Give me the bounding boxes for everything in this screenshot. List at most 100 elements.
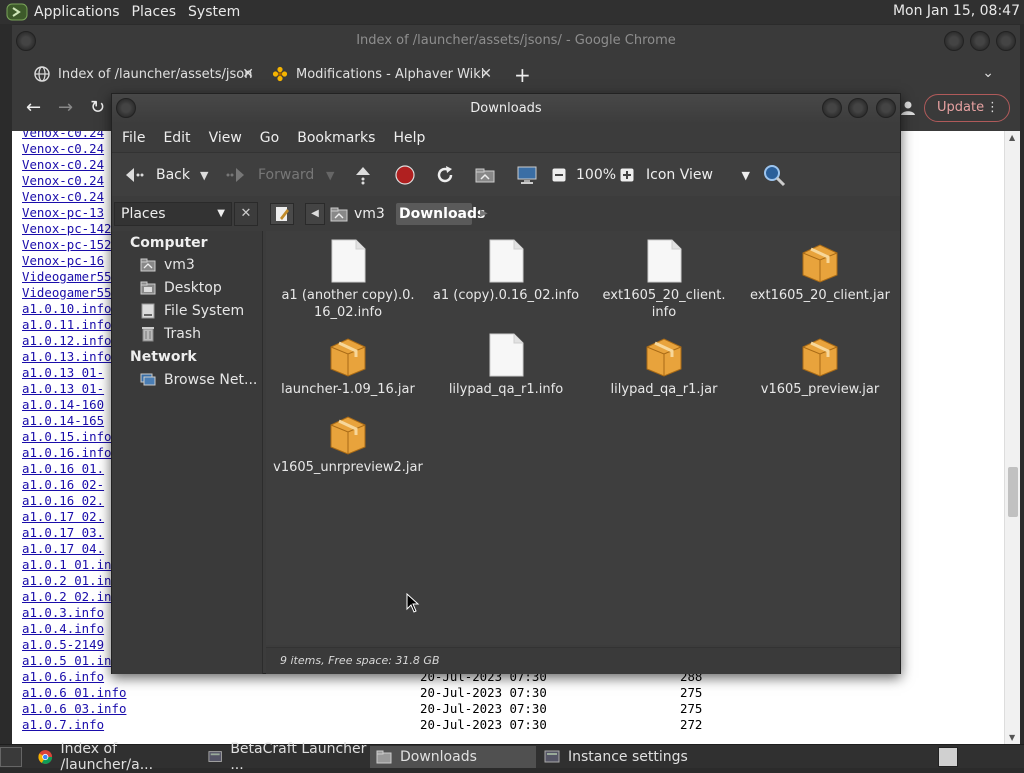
maximize-button[interactable]	[970, 31, 990, 51]
workspace-switcher[interactable]	[938, 747, 958, 767]
file-link[interactable]: a1.0.7.info	[22, 717, 104, 733]
tab-index-launcher[interactable]: Index of /launcher/assets/json ✕	[26, 59, 254, 89]
view-mode-select[interactable]: Icon View ▼	[646, 153, 750, 197]
task-downloads[interactable]: Downloads	[370, 746, 536, 768]
edit-location-button[interactable]	[270, 203, 294, 225]
maximize-button[interactable]	[848, 98, 868, 118]
menu-bookmarks[interactable]: Bookmarks	[297, 130, 375, 146]
search-button[interactable]	[762, 153, 786, 197]
file-link[interactable]: a1.0.14-160	[22, 397, 104, 413]
file-link[interactable]: Venox-c0.24	[22, 189, 104, 205]
file-item[interactable]: v1605_preview.jar	[740, 333, 900, 398]
file-link[interactable]: Venox-pc-13	[22, 205, 104, 221]
menu-edit[interactable]: Edit	[163, 130, 190, 146]
menu-help[interactable]: Help	[393, 130, 425, 146]
file-link[interactable]: a1.0.1 01.in	[22, 557, 112, 573]
file-link[interactable]: a1.0.11.info	[22, 317, 112, 333]
file-link[interactable]: a1.0.17 04.	[22, 541, 104, 557]
file-link[interactable]: a1.0.12.info	[22, 333, 112, 349]
file-link[interactable]: a1.0.4.info	[22, 621, 104, 637]
show-desktop-button[interactable]	[0, 747, 22, 767]
minimize-button[interactable]	[944, 31, 964, 51]
file-item[interactable]: ext1605_20_client. info	[584, 239, 744, 321]
clock[interactable]: Mon Jan 15, 08:47	[893, 3, 1020, 19]
file-link[interactable]: a1.0.14-165	[22, 413, 104, 429]
file-link[interactable]: a1.0.16 02-	[22, 477, 104, 493]
close-tab-icon[interactable]: ✕	[242, 66, 254, 82]
page-scrollbar[interactable]: ▲ ▼	[1004, 131, 1020, 744]
file-link[interactable]: a1.0.16 01.	[22, 461, 104, 477]
minimize-button[interactable]	[822, 98, 842, 118]
file-link[interactable]: a1.0.6.info	[22, 669, 104, 685]
sidebar-item-trash[interactable]: Trash	[140, 324, 201, 344]
file-link[interactable]: a1.0.13 01-	[22, 365, 104, 381]
file-item[interactable]: a1 (another copy).0. 16_02.info	[268, 239, 428, 321]
stop-button[interactable]	[394, 153, 416, 197]
places-menu[interactable]: Places	[132, 4, 185, 20]
file-link[interactable]: a1.0.15.info	[22, 429, 112, 445]
path-button-downloads[interactable]: Downloads	[396, 203, 485, 225]
task-betacraft[interactable]: BetaCraft Launcher ...	[202, 741, 368, 773]
file-link[interactable]: a1.0.13.info	[22, 349, 112, 365]
file-link[interactable]: Venox-pc-16	[22, 253, 104, 269]
computer-button[interactable]	[516, 153, 538, 197]
back-button[interactable]: Back	[122, 153, 190, 197]
file-link[interactable]: a1.0.2 02.in	[22, 589, 112, 605]
file-link[interactable]: Venox-c0.24	[22, 141, 104, 157]
file-link[interactable]: Venox-c0.24	[22, 131, 104, 141]
close-tab-icon[interactable]: ✕	[480, 66, 492, 82]
scroll-thumb[interactable]	[1008, 467, 1018, 517]
sidebar-item-desktop[interactable]: Desktop	[140, 278, 222, 298]
file-link[interactable]: Venox-c0.24	[22, 157, 104, 173]
file-link[interactable]: a1.0.13 01-	[22, 381, 104, 397]
applications-menu[interactable]: Applications	[34, 4, 128, 20]
sidebar-mode-select[interactable]: Places ▼	[114, 202, 232, 226]
task-instance-settings[interactable]: Instance settings	[538, 746, 704, 768]
reload-button[interactable]	[434, 153, 456, 197]
profile-icon[interactable]	[900, 100, 916, 116]
file-item[interactable]: ext1605_20_client.jar	[740, 239, 900, 304]
file-link[interactable]: Venox-pc-152	[22, 237, 112, 253]
new-tab-icon[interactable]: +	[514, 63, 531, 87]
file-link[interactable]: a1.0.17 03.	[22, 525, 104, 541]
file-link[interactable]: Venox-c0.24	[22, 173, 104, 189]
file-link[interactable]: Videogamer55	[22, 269, 112, 285]
window-menu-button[interactable]	[116, 98, 136, 118]
forward-button[interactable]: Forward	[226, 153, 314, 197]
close-sidebar-icon[interactable]: ✕	[234, 202, 258, 226]
file-item[interactable]: lilypad_qa_r1.info	[426, 333, 586, 398]
path-scroll-left-icon[interactable]: ◀	[305, 203, 325, 225]
mate-logo-icon[interactable]	[6, 3, 28, 21]
file-item[interactable]: v1605_unrpreview2.jar	[268, 411, 428, 476]
system-menu[interactable]: System	[188, 4, 248, 20]
zoom-in-button[interactable]	[620, 153, 634, 197]
back-arrow-icon[interactable]: ←	[26, 97, 41, 118]
tab-search-chevron-icon[interactable]: ⌄	[982, 65, 994, 81]
forward-arrow-icon[interactable]: →	[58, 97, 73, 118]
reload-icon[interactable]: ↻	[90, 97, 105, 118]
file-item[interactable]: lilypad_qa_r1.jar	[584, 333, 744, 398]
close-button[interactable]	[996, 31, 1016, 51]
tab-modifications-wiki[interactable]: Modifications - Alphaver Wiki ✕	[264, 59, 492, 89]
file-link[interactable]: a1.0.6 03.info	[22, 701, 126, 717]
menu-view[interactable]: View	[209, 130, 242, 146]
file-link[interactable]: a1.0.10.info	[22, 301, 112, 317]
up-button[interactable]	[352, 153, 374, 197]
file-link[interactable]: a1.0.17 02.	[22, 509, 104, 525]
sidebar-item-vm3[interactable]: vm3	[140, 255, 195, 275]
close-button[interactable]	[876, 98, 896, 118]
window-menu-button[interactable]	[16, 31, 36, 51]
file-item[interactable]: a1 (copy).0.16_02.info	[426, 239, 586, 304]
file-icon-view[interactable]: a1 (another copy).0. 16_02.info a1 (copy)…	[266, 231, 900, 645]
update-button[interactable]: Update ⋮	[924, 94, 1010, 122]
file-link[interactable]: a1.0.2 01.in	[22, 573, 112, 589]
scroll-up-icon[interactable]: ▲	[1009, 133, 1015, 142]
chrome-titlebar[interactable]: Index of /launcher/assets/jsons/ - Googl…	[12, 25, 1020, 57]
back-history-chevron-icon[interactable]: ▼	[200, 153, 208, 197]
home-button[interactable]	[474, 153, 496, 197]
sidebar-item-file-system[interactable]: File System	[140, 301, 244, 321]
file-link[interactable]: a1.0.5-2149	[22, 637, 104, 653]
file-link[interactable]: Videogamer55	[22, 285, 112, 301]
menu-go[interactable]: Go	[260, 130, 279, 146]
file-link[interactable]: a1.0.16 02.	[22, 493, 104, 509]
